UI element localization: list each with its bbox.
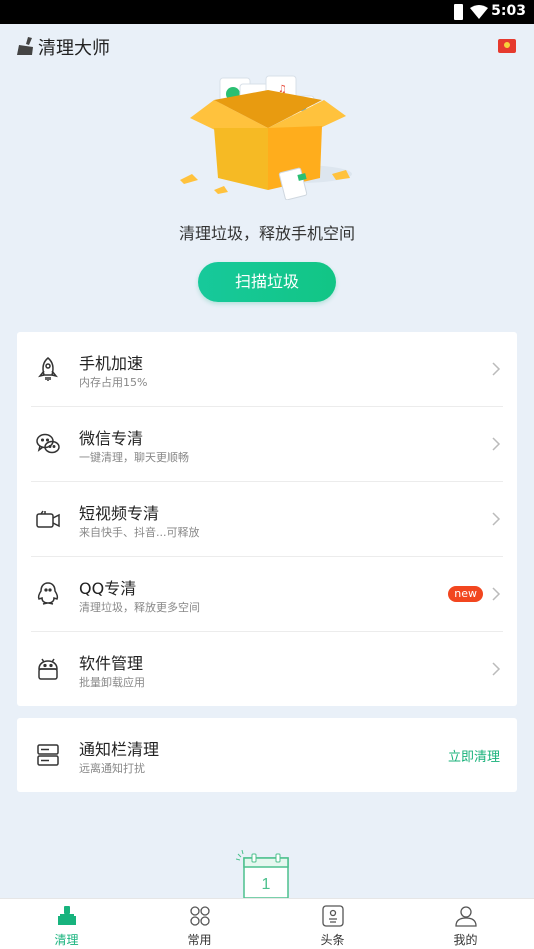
feature-title: 微信专清	[79, 429, 144, 448]
feature-list-card: 手机加速 内存占用15% 微信专清 一键清理，聊天更顺畅 短视频专清 来自快手、…	[17, 332, 517, 706]
app-header: 清理大师	[0, 24, 534, 68]
chevron-right-icon	[492, 587, 501, 601]
broom-logo-icon	[17, 37, 33, 55]
profile-icon	[455, 906, 477, 927]
tab-label: 清理	[54, 933, 79, 947]
tab-clean[interactable]: 清理	[0, 899, 133, 949]
feature-row-short-video-clean[interactable]: 短视频专清 来自快手、抖音...可释放	[17, 482, 517, 557]
feature-row-phone-boost[interactable]: 手机加速 内存占用15%	[17, 332, 517, 407]
qq-penguin-icon	[37, 582, 59, 605]
chevron-right-icon	[492, 512, 501, 526]
feature-subtitle: 一键清理，聊天更顺畅	[79, 451, 189, 464]
feature-row-notification-clean[interactable]: 通知栏清理 远离通知打扰 立即清理	[17, 718, 517, 792]
video-camera-icon	[36, 510, 60, 528]
feature-row-app-manager[interactable]: 软件管理 批量卸载应用	[17, 632, 517, 707]
clean-now-link[interactable]: 立即清理	[448, 746, 500, 765]
battery-icon	[454, 4, 463, 20]
rocket-icon	[38, 357, 58, 381]
calendar-icon[interactable]: 1	[236, 850, 292, 898]
tab-label: 我的	[453, 933, 478, 947]
tab-mine[interactable]: 我的	[399, 899, 532, 949]
feature-subtitle: 清理垃圾，释放更多空间	[79, 601, 200, 614]
bottom-tab-bar: 清理 常用 头条 我的	[0, 898, 534, 949]
calendar-day: 1	[262, 876, 271, 893]
feature-title: 手机加速	[79, 354, 144, 373]
app-title: 清理大师	[38, 38, 110, 59]
broom-icon	[58, 906, 76, 925]
new-badge: new	[448, 586, 483, 602]
chevron-right-icon	[492, 662, 501, 676]
gift-icon[interactable]	[498, 39, 516, 53]
wechat-icon	[36, 433, 60, 454]
feature-row-qq-clean[interactable]: QQ专清 清理垃圾，释放更多空间 new	[17, 557, 517, 632]
feature-subtitle: 内存占用15%	[79, 376, 148, 389]
feature-title: 短视频专清	[79, 504, 160, 523]
feature-subtitle: 来自快手、抖音...可释放	[79, 526, 200, 539]
feature-subtitle: 远离通知打扰	[79, 762, 145, 775]
tab-common[interactable]: 常用	[133, 899, 266, 949]
news-icon	[322, 905, 344, 927]
notification-bar-icon	[37, 744, 59, 766]
feature-row-wechat-clean[interactable]: 微信专清 一键清理，聊天更顺畅	[17, 407, 517, 482]
feature-title: 软件管理	[79, 654, 144, 673]
notification-clean-card: 通知栏清理 远离通知打扰 立即清理	[17, 718, 517, 792]
tab-headlines[interactable]: 头条	[266, 899, 399, 949]
feature-subtitle: 批量卸载应用	[79, 676, 145, 689]
grid-icon	[190, 906, 210, 926]
status-time: 5:03	[491, 3, 526, 19]
hero-subtitle: 清理垃圾，释放手机空间	[178, 224, 355, 243]
tab-label: 常用	[187, 933, 212, 947]
hero-illustration: ♫	[0, 70, 534, 210]
tab-label: 头条	[320, 933, 345, 947]
feature-title: QQ专清	[79, 579, 137, 598]
junk-box-illustration: ♫	[180, 75, 352, 200]
wifi-icon	[470, 5, 488, 19]
android-icon	[38, 658, 58, 680]
scan-junk-button[interactable]: 扫描垃圾	[198, 262, 336, 302]
chevron-right-icon	[492, 437, 501, 451]
status-bar: 5:03	[0, 0, 534, 24]
chevron-right-icon	[492, 362, 501, 376]
feature-title: 通知栏清理	[79, 740, 160, 759]
